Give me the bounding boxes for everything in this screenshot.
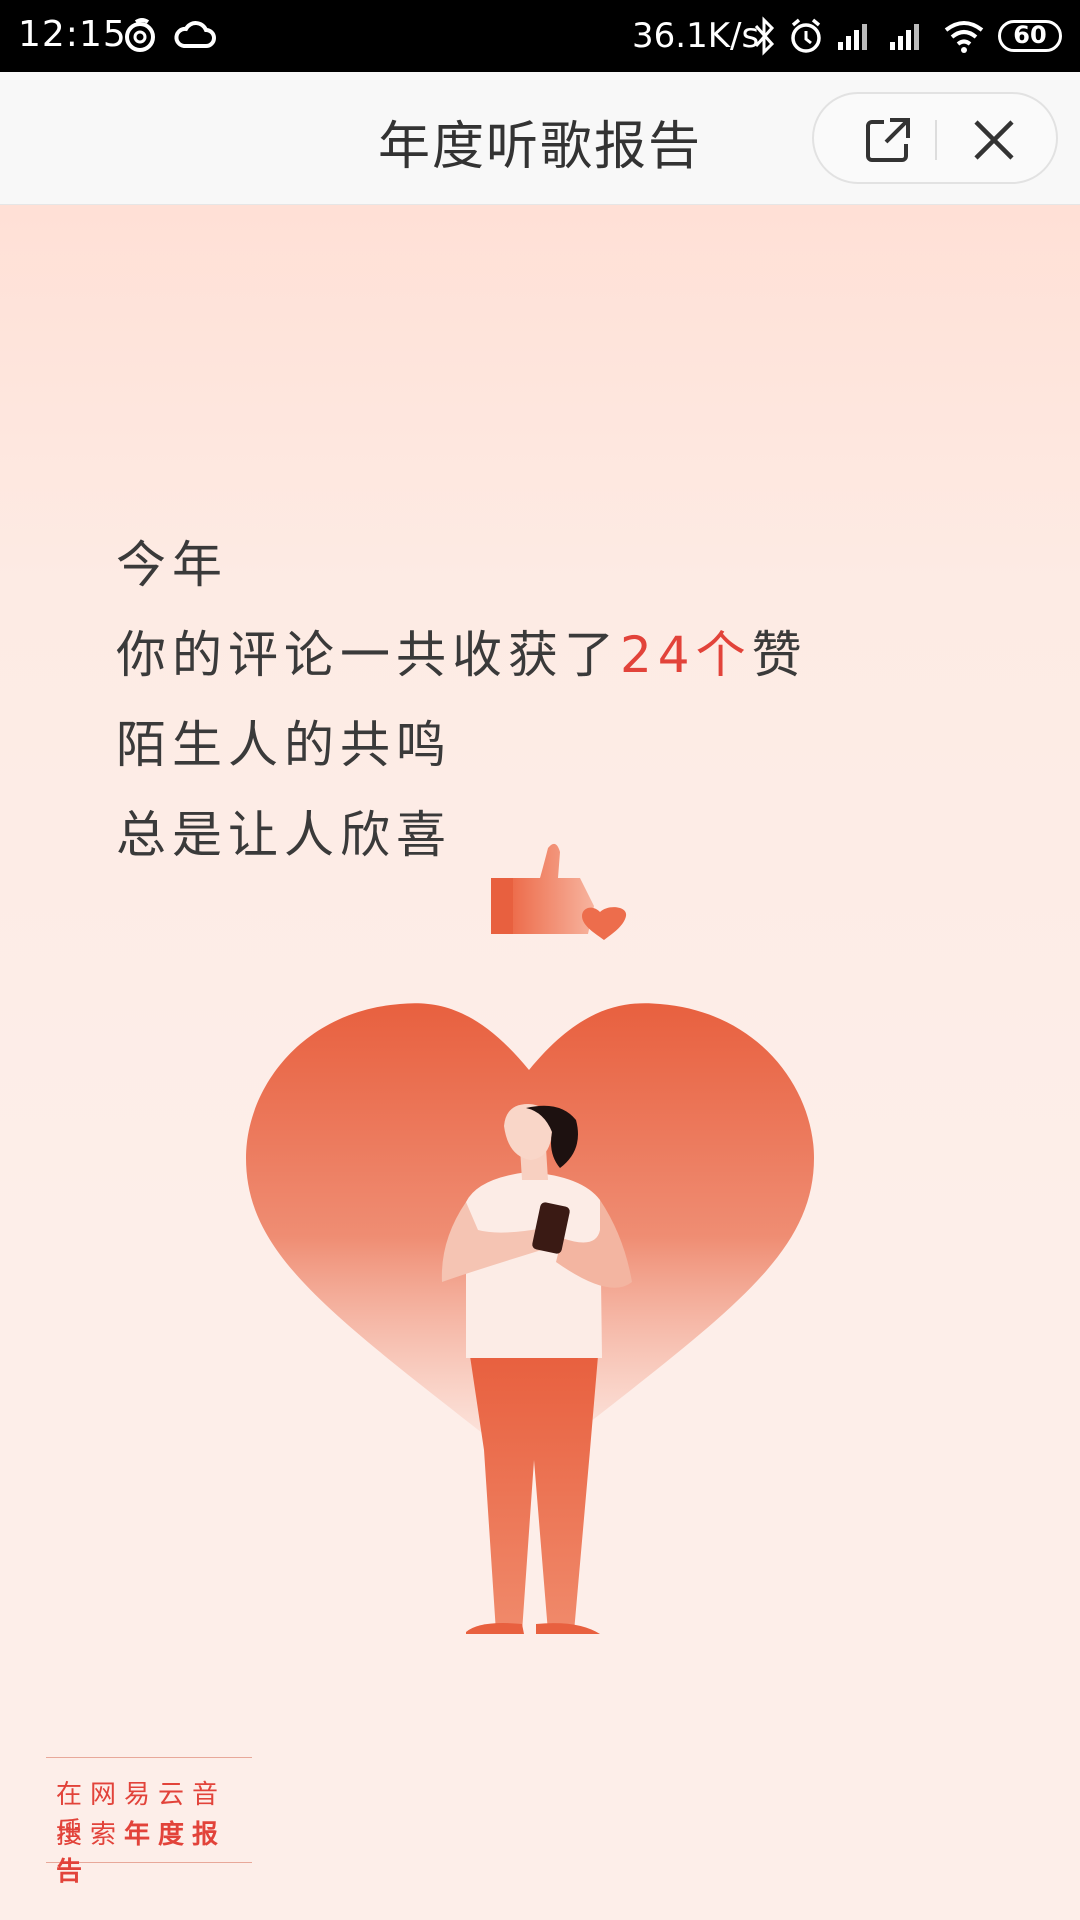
footer-line-2: 搜索年度报告 [56, 1814, 252, 1888]
small-heart-icon [582, 907, 627, 940]
footer-search-hint: 在网易云音乐 搜索年度报告 [46, 1757, 252, 1887]
footer-line-2-prefix: 搜索 [56, 1820, 125, 1850]
illustration [246, 843, 814, 1634]
thumbs-up-icon [491, 843, 594, 934]
